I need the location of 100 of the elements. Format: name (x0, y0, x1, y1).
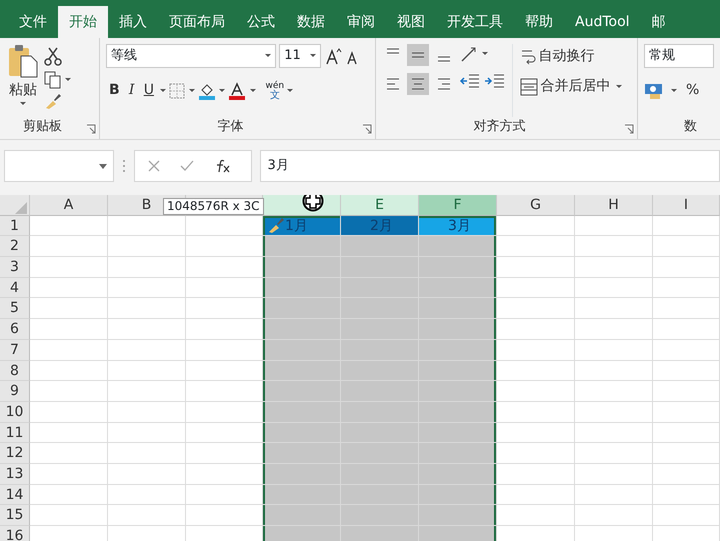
table-cell[interactable] (497, 360, 575, 382)
table-cell[interactable] (30, 340, 108, 360)
copy-icon[interactable] (44, 70, 62, 88)
table-cell[interactable] (263, 526, 341, 541)
ribbon-tab[interactable]: 开发工具 (436, 6, 514, 38)
ribbon-tab[interactable]: 视图 (386, 6, 436, 38)
table-cell[interactable] (30, 381, 108, 402)
table-cell[interactable] (108, 298, 186, 320)
row-header[interactable]: 3 (0, 257, 30, 278)
row-header[interactable]: 16 (0, 526, 30, 541)
table-cell[interactable] (497, 402, 575, 423)
font-color-icon[interactable] (228, 82, 246, 100)
table-cell[interactable] (497, 236, 575, 258)
caret-icon[interactable] (65, 78, 72, 82)
table-cell[interactable] (263, 298, 341, 320)
merge-center-button[interactable]: 合并后居中 (517, 74, 626, 98)
ribbon-tab[interactable]: 公式 (236, 6, 286, 38)
table-cell[interactable] (575, 257, 653, 278)
table-cell[interactable] (497, 257, 575, 278)
table-cell[interactable] (108, 484, 186, 506)
table-cell[interactable] (419, 402, 497, 423)
table-cell[interactable] (653, 402, 720, 423)
fill-color-icon[interactable] (198, 82, 216, 100)
column-header[interactable]: F (419, 195, 497, 216)
row-header[interactable]: 1 (0, 216, 30, 236)
table-cell[interactable] (497, 422, 575, 444)
row-header[interactable]: 5 (0, 298, 30, 320)
table-cell[interactable] (263, 236, 341, 258)
table-cell[interactable] (263, 484, 341, 506)
caret-icon[interactable] (219, 88, 226, 92)
row-header[interactable]: 11 (0, 422, 30, 444)
table-cell[interactable] (497, 216, 575, 236)
table-cell[interactable] (419, 505, 497, 526)
align-middle-icon[interactable] (407, 44, 430, 66)
table-cell[interactable] (30, 257, 108, 278)
table-cell[interactable] (108, 464, 186, 485)
table-cell[interactable] (653, 278, 720, 298)
table-cell[interactable] (419, 257, 497, 278)
table-cell[interactable] (108, 319, 186, 340)
font-size-field[interactable]: 11 (279, 44, 322, 68)
table-cell[interactable] (575, 422, 653, 444)
table-cell[interactable] (30, 484, 108, 506)
table-cell[interactable] (419, 360, 497, 382)
number-format-field[interactable]: 常规 (644, 44, 714, 68)
table-cell[interactable] (419, 526, 497, 541)
table-cell[interactable] (263, 278, 341, 298)
table-cell[interactable] (575, 484, 653, 506)
dialog-launcher-icon[interactable] (624, 124, 634, 134)
row-header[interactable]: 4 (0, 278, 30, 298)
row-header[interactable]: 8 (0, 360, 30, 382)
table-cell[interactable] (497, 340, 575, 360)
font-name-field[interactable]: 等线 (106, 44, 276, 68)
table-cell[interactable] (30, 464, 108, 485)
table-cell[interactable] (419, 236, 497, 258)
dialog-launcher-icon[interactable] (86, 124, 96, 134)
table-cell[interactable] (653, 360, 720, 382)
table-cell[interactable] (263, 257, 341, 278)
table-cell[interactable] (263, 422, 341, 444)
ribbon-tab[interactable]: 数据 (286, 6, 336, 38)
table-cell[interactable] (419, 464, 497, 485)
column-header[interactable]: H (575, 195, 653, 216)
table-cell[interactable] (419, 381, 497, 402)
underline-button[interactable]: U (140, 78, 157, 102)
table-cell[interactable] (263, 319, 341, 340)
ribbon-tab[interactable]: AudTool (564, 6, 641, 38)
table-cell[interactable]: 3月 (419, 216, 497, 236)
row-header[interactable]: 6 (0, 319, 30, 340)
table-cell[interactable] (108, 236, 186, 258)
ribbon-tab[interactable]: 页面布局 (158, 6, 236, 38)
table-cell[interactable] (497, 464, 575, 485)
table-cell[interactable] (653, 443, 720, 464)
table-cell[interactable] (108, 443, 186, 464)
table-cell[interactable] (30, 360, 108, 382)
dialog-launcher-icon[interactable] (362, 124, 372, 134)
table-cell[interactable] (575, 236, 653, 258)
table-cell[interactable] (108, 257, 186, 278)
table-cell[interactable] (263, 360, 341, 382)
table-cell[interactable] (108, 278, 186, 298)
table-cell[interactable] (263, 505, 341, 526)
table-cell[interactable] (30, 402, 108, 423)
phonetic-text[interactable]: 文 (270, 90, 280, 100)
table-cell[interactable] (419, 298, 497, 320)
table-cell[interactable] (653, 484, 720, 506)
table-cell[interactable] (263, 464, 341, 485)
caret-icon[interactable] (287, 88, 294, 92)
table-cell[interactable] (653, 464, 720, 485)
cancel-icon[interactable] (148, 160, 160, 172)
table-cell[interactable] (497, 278, 575, 298)
table-cell[interactable] (108, 340, 186, 360)
table-cell[interactable] (108, 422, 186, 444)
paste-button[interactable]: 粘贴 (6, 78, 40, 102)
formula-input[interactable]: 3月 (260, 150, 720, 182)
table-cell[interactable] (108, 505, 186, 526)
table-cell[interactable] (575, 464, 653, 485)
table-cell[interactable] (497, 484, 575, 506)
table-cell[interactable] (263, 443, 341, 464)
ribbon-tab[interactable]: 邮 (640, 6, 677, 38)
table-cell[interactable] (653, 381, 720, 402)
table-cell[interactable] (108, 381, 186, 402)
table-cell[interactable] (575, 402, 653, 423)
